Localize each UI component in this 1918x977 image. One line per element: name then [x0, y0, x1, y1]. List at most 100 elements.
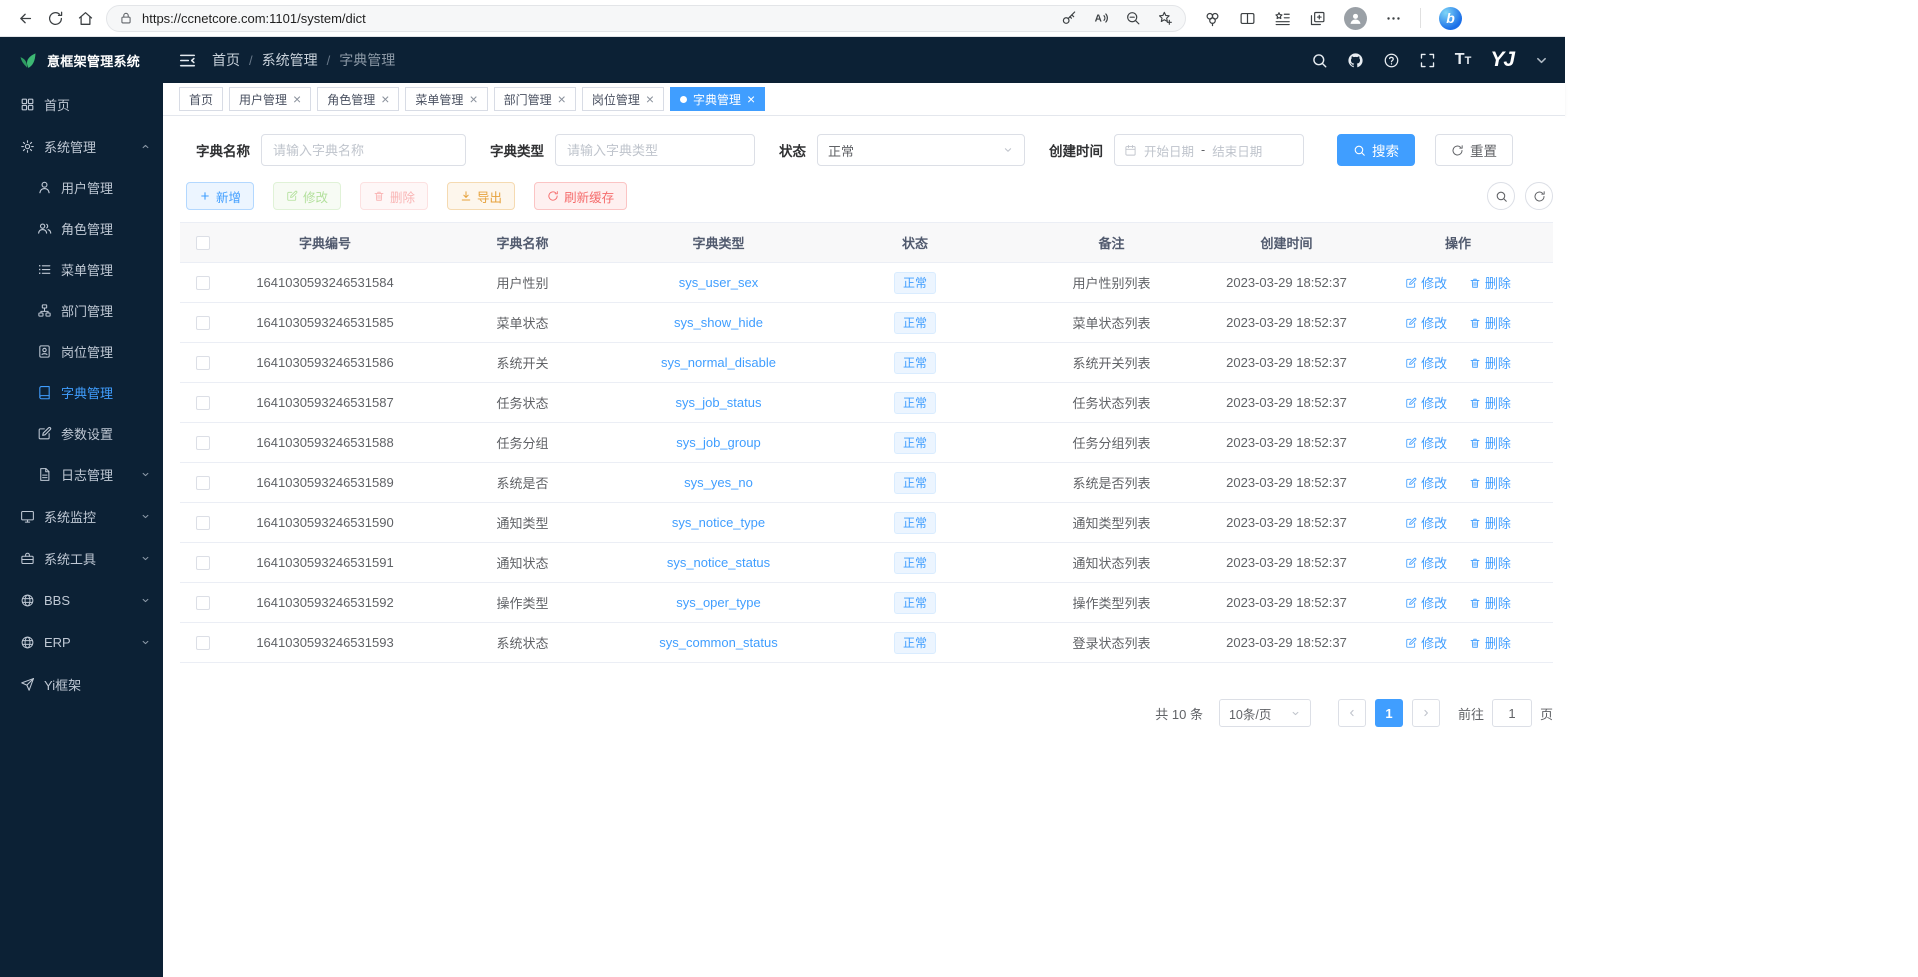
page-number-button[interactable]: 1	[1375, 699, 1403, 727]
add-button[interactable]: 新增	[186, 182, 254, 210]
goto-page-input[interactable]	[1492, 699, 1532, 727]
edit-action[interactable]: 修改	[1405, 313, 1447, 332]
edit-action[interactable]: 修改	[1405, 353, 1447, 372]
menu-fold-icon[interactable]	[178, 51, 197, 70]
tab-close-icon[interactable]: ×	[747, 92, 755, 106]
help-icon[interactable]	[1383, 52, 1400, 69]
github-icon[interactable]	[1347, 52, 1364, 69]
row-checkbox[interactable]	[196, 356, 210, 370]
edit-button[interactable]: 修改	[273, 182, 341, 210]
split-screen-icon[interactable]	[1239, 10, 1256, 27]
edit-action[interactable]: 修改	[1405, 433, 1447, 452]
edit-action[interactable]: 修改	[1405, 553, 1447, 572]
dict-type-link[interactable]: sys_job_group	[676, 435, 761, 450]
page-size-select[interactable]: 10条/页	[1219, 699, 1311, 727]
dict-type-link[interactable]: sys_yes_no	[684, 475, 753, 490]
delete-action[interactable]: 删除	[1469, 353, 1511, 372]
status-select[interactable]: 正常	[817, 134, 1025, 166]
refresh-table-button[interactable]	[1525, 182, 1553, 210]
password-key-icon[interactable]	[1061, 10, 1077, 26]
sidebar-item-system-tools[interactable]: 系统工具	[0, 537, 163, 579]
back-button[interactable]	[10, 3, 40, 33]
sidebar-item-param-settings[interactable]: 参数设置	[0, 413, 163, 454]
add-favorite-icon[interactable]	[1157, 10, 1173, 26]
dict-type-link[interactable]: sys_common_status	[659, 635, 778, 650]
tab-menu-management[interactable]: 菜单管理×	[405, 87, 487, 111]
row-checkbox[interactable]	[196, 396, 210, 410]
zoom-indicator-icon[interactable]	[1125, 10, 1141, 26]
tab-home[interactable]: 首页	[179, 87, 223, 111]
sidebar-item-bbs[interactable]: BBS	[0, 579, 163, 621]
sidebar-item-home[interactable]: 首页	[0, 83, 163, 125]
extension-icon[interactable]	[1204, 10, 1221, 27]
app-logo[interactable]: 意框架管理系统	[0, 37, 163, 83]
dict-name-input[interactable]	[261, 134, 466, 166]
sidebar-item-system-management[interactable]: 系统管理	[0, 125, 163, 167]
dict-type-link[interactable]: sys_job_status	[676, 395, 762, 410]
favorites-bar-icon[interactable]	[1274, 10, 1291, 27]
sidebar-item-dept-management[interactable]: 部门管理	[0, 290, 163, 331]
sidebar-item-erp[interactable]: ERP	[0, 621, 163, 663]
font-size-icon[interactable]: TT	[1455, 52, 1472, 68]
tab-close-icon[interactable]: ×	[558, 92, 566, 106]
delete-action[interactable]: 删除	[1469, 553, 1511, 572]
delete-action[interactable]: 删除	[1469, 473, 1511, 492]
collections-icon[interactable]	[1309, 10, 1326, 27]
delete-button[interactable]: 删除	[360, 182, 428, 210]
row-checkbox[interactable]	[196, 556, 210, 570]
toggle-search-button[interactable]	[1487, 182, 1515, 210]
tab-dept-management[interactable]: 部门管理×	[494, 87, 576, 111]
delete-action[interactable]: 删除	[1469, 513, 1511, 532]
sidebar-item-system-monitor[interactable]: 系统监控	[0, 495, 163, 537]
address-bar[interactable]: https://ccnetcore.com:1101/system/dict	[106, 5, 1186, 32]
row-checkbox[interactable]	[196, 276, 210, 290]
breadcrumb-home[interactable]: 首页	[212, 50, 240, 70]
sidebar-item-menu-management[interactable]: 菜单管理	[0, 249, 163, 290]
sidebar-item-role-management[interactable]: 角色管理	[0, 208, 163, 249]
dict-type-link[interactable]: sys_notice_status	[667, 555, 770, 570]
edit-action[interactable]: 修改	[1405, 393, 1447, 412]
edit-action[interactable]: 修改	[1405, 273, 1447, 292]
dict-type-link[interactable]: sys_show_hide	[674, 315, 763, 330]
delete-action[interactable]: 删除	[1469, 593, 1511, 612]
reload-button[interactable]	[40, 3, 70, 33]
user-logo[interactable]: YJ	[1490, 48, 1514, 72]
dict-type-input[interactable]	[555, 134, 755, 166]
fullscreen-icon[interactable]	[1419, 52, 1436, 69]
breadcrumb-system[interactable]: 系统管理	[262, 50, 318, 70]
row-checkbox[interactable]	[196, 596, 210, 610]
tab-close-icon[interactable]: ×	[293, 92, 301, 106]
reset-button[interactable]: 重置	[1435, 134, 1513, 166]
profile-avatar[interactable]	[1344, 7, 1367, 30]
tab-close-icon[interactable]: ×	[469, 92, 477, 106]
sidebar-item-user-management[interactable]: 用户管理	[0, 167, 163, 208]
dict-type-link[interactable]: sys_oper_type	[676, 595, 761, 610]
tab-post-management[interactable]: 岗位管理×	[582, 87, 664, 111]
sidebar-item-dict-management[interactable]: 字典管理	[0, 372, 163, 413]
read-aloud-icon[interactable]	[1093, 10, 1109, 26]
sidebar-item-post-management[interactable]: 岗位管理	[0, 331, 163, 372]
delete-action[interactable]: 删除	[1469, 273, 1511, 292]
search-icon[interactable]	[1311, 52, 1328, 69]
prev-page-button[interactable]	[1338, 699, 1366, 727]
dict-type-link[interactable]: sys_user_sex	[679, 275, 758, 290]
date-range-picker[interactable]: 开始日期 - 结束日期	[1114, 134, 1304, 166]
export-button[interactable]: 导出	[447, 182, 515, 210]
delete-action[interactable]: 删除	[1469, 313, 1511, 332]
edit-action[interactable]: 修改	[1405, 473, 1447, 492]
sidebar-item-yi-framework[interactable]: Yi框架	[0, 663, 163, 705]
edit-action[interactable]: 修改	[1405, 593, 1447, 612]
tab-role-management[interactable]: 角色管理×	[317, 87, 399, 111]
tab-user-management[interactable]: 用户管理×	[229, 87, 311, 111]
delete-action[interactable]: 删除	[1469, 433, 1511, 452]
delete-action[interactable]: 删除	[1469, 633, 1511, 652]
tab-close-icon[interactable]: ×	[381, 92, 389, 106]
row-checkbox[interactable]	[196, 436, 210, 450]
row-checkbox[interactable]	[196, 316, 210, 330]
dict-type-link[interactable]: sys_notice_type	[672, 515, 765, 530]
next-page-button[interactable]	[1412, 699, 1440, 727]
copilot-icon[interactable]: b	[1439, 7, 1462, 30]
row-checkbox[interactable]	[196, 516, 210, 530]
edit-action[interactable]: 修改	[1405, 633, 1447, 652]
tab-dict-management[interactable]: 字典管理×	[670, 87, 765, 111]
